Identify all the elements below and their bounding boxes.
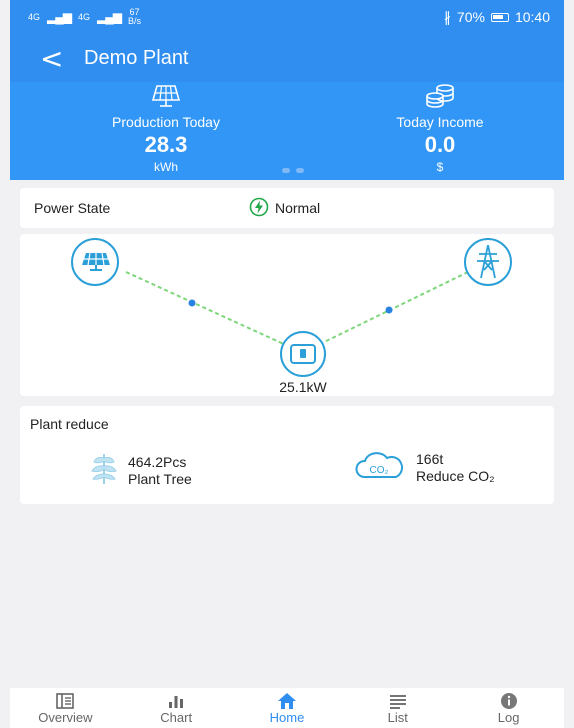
page-dot: [282, 168, 290, 173]
net-speed: 67 B/s: [128, 8, 141, 26]
reduce-co2-value: 166t: [416, 450, 444, 467]
plant-tree-label: Plant Tree: [128, 470, 192, 487]
production-today: Production Today 28.3 kWh: [66, 82, 266, 174]
plant-reduce-title: Plant reduce: [30, 416, 109, 432]
reduce-co2-text: 166t Reduce CO₂: [416, 451, 495, 485]
power-state-label: Power State: [34, 200, 111, 216]
power-state-value: Normal: [249, 197, 320, 220]
lightning-icon: [249, 197, 269, 220]
clock: 10:40: [514, 9, 550, 25]
status-left: 4G ▂▄▆ 4G ▂▄▆ 67 B/s: [28, 8, 141, 26]
plant-tree-item: 464.2Pcs Plant Tree: [90, 450, 192, 491]
signal-icon-2: ▂▄▆: [97, 10, 122, 24]
battery-percent: 70%: [456, 9, 485, 25]
co2-cloud-icon: CO₂: [354, 450, 406, 485]
tab-chart-label: Chart: [160, 710, 193, 725]
tab-overview-label: Overview: [38, 710, 93, 725]
inverter-icon: [280, 331, 326, 377]
reduce-co2-item: CO₂ 166t Reduce CO₂: [354, 450, 495, 485]
tab-overview[interactable]: Overview: [10, 688, 121, 728]
tab-log[interactable]: Log: [453, 688, 564, 728]
tab-list[interactable]: List: [342, 688, 453, 728]
tab-list-label: List: [387, 710, 408, 725]
plant-tree-value: 464.2Pcs: [128, 453, 187, 470]
plant-tree-text: 464.2Pcs Plant Tree: [128, 454, 192, 488]
summary-banner[interactable]: Production Today 28.3 kWh Today Income 0…: [10, 82, 564, 180]
power-state-text: Normal: [275, 200, 321, 216]
reduce-co2-label: Reduce CO₂: [416, 467, 495, 484]
network-a: 4G: [28, 11, 41, 22]
tab-home-label: Home: [269, 710, 305, 725]
power-state-card: Power State Normal: [20, 188, 554, 228]
power-tower-icon: [464, 238, 512, 286]
income-value: 0.0: [424, 132, 456, 157]
solar-panel-icon: [71, 238, 119, 286]
list-icon: [389, 691, 407, 710]
network-b: 4G: [77, 11, 90, 22]
production-label: Production Today: [112, 114, 220, 130]
home-icon: [277, 691, 297, 710]
income-unit: $: [436, 160, 444, 174]
flow-dot: [188, 299, 196, 307]
page-dot: [296, 168, 304, 173]
net-speed-unit: B/s: [127, 16, 141, 26]
info-icon: [500, 691, 518, 710]
signal-icon: ▂▄▆: [47, 10, 72, 24]
page-title: Demo Plant: [84, 46, 189, 69]
energy-flow-card: 25.1kW: [20, 234, 554, 396]
back-button[interactable]: <: [10, 42, 84, 75]
plant-reduce-card: Plant reduce 464.2Pcs Plant Tree CO₂ 166…: [20, 406, 554, 504]
overview-icon: [56, 691, 75, 710]
app-header: < Demo Plant: [10, 34, 564, 82]
battery-icon: [490, 12, 509, 22]
page-indicator: [282, 168, 304, 173]
svg-text:CO₂: CO₂: [370, 465, 389, 476]
tab-home[interactable]: Home: [232, 688, 343, 728]
bluetooth-icon: ∦: [443, 8, 451, 25]
flow-dot: [385, 306, 393, 314]
status-right: ∦ 70% 10:40: [444, 9, 550, 26]
tree-icon: [90, 450, 118, 491]
solar-panel-icon: [66, 82, 266, 108]
tab-chart[interactable]: Chart: [121, 688, 232, 728]
income-label: Today Income: [396, 114, 484, 130]
today-income: Today Income 0.0 $: [340, 82, 540, 174]
production-value: 28.3: [144, 132, 188, 157]
bar-chart-icon: [167, 691, 185, 710]
flow-line-solar: [125, 271, 289, 347]
bottom-tab-bar: Overview Chart Home List Log: [10, 688, 564, 728]
inverter-power: 25.1kW: [279, 379, 327, 395]
tab-log-label: Log: [497, 710, 520, 725]
energy-flow-diagram: 25.1kW: [71, 238, 512, 395]
status-bar: 4G ▂▄▆ 4G ▂▄▆ 67 B/s ∦ 70% 10:40: [10, 0, 564, 34]
production-unit: kWh: [154, 160, 178, 174]
coins-icon: [340, 82, 540, 108]
